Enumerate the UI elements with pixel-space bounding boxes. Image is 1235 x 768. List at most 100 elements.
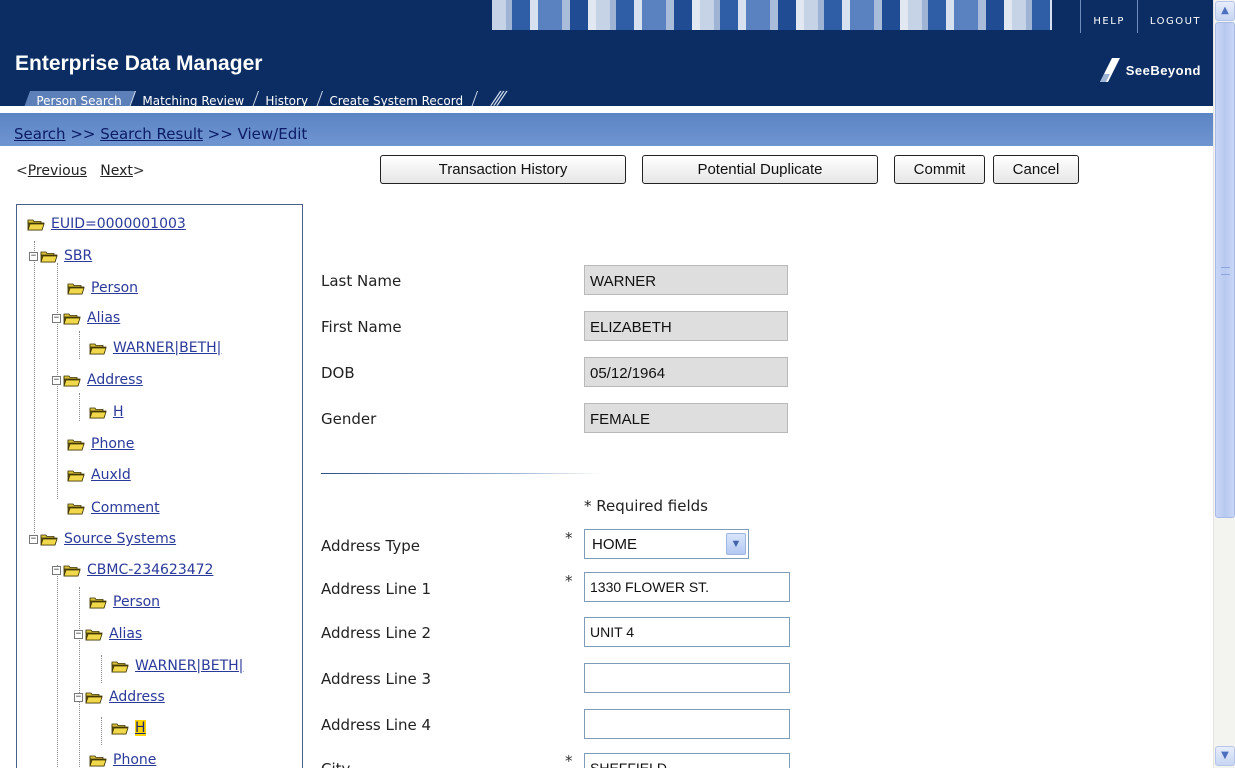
address-line4-label: Address Line 4 (321, 716, 432, 734)
address-line2-label: Address Line 2 (321, 624, 432, 642)
tab-create-system-record[interactable]: Create System Record (314, 91, 478, 106)
chevron-down-icon[interactable]: ▼ (726, 533, 746, 555)
tree-node-sys-alias-value[interactable]: WARNER|BETH| (111, 655, 243, 677)
tree-label[interactable]: EUID=0000001003 (51, 216, 186, 232)
tab-label: Create System Record (329, 94, 463, 106)
tree-node-source-systems[interactable]: − Source Systems (29, 528, 176, 550)
tab-matching-review[interactable]: Matching Review (128, 91, 260, 106)
seebeyond-logo-icon (1099, 58, 1120, 82)
folder-open-icon (111, 660, 129, 673)
next-link[interactable]: Next (100, 163, 133, 179)
tree-label[interactable]: WARNER|BETH| (135, 658, 243, 674)
address-type-label: Address Type (321, 537, 420, 555)
tree-label[interactable]: Person (91, 280, 138, 296)
tree-node-sbr-auxid[interactable]: AuxId (67, 464, 131, 486)
collapse-toggle-icon[interactable]: − (52, 313, 61, 323)
tree-node-sbr[interactable]: − SBR (29, 245, 92, 267)
tree-label[interactable]: Comment (91, 500, 160, 516)
tree-node-sbr-phone[interactable]: Phone (67, 433, 134, 455)
tree-node-sbr-address-value[interactable]: H (89, 401, 124, 423)
folder-open-icon (67, 438, 85, 451)
first-name-field: ELIZABETH (584, 311, 788, 341)
tree-label[interactable]: Phone (113, 752, 156, 768)
tree-connector (101, 655, 102, 683)
breadcrumb-view-edit: View/Edit (237, 125, 308, 143)
address-line2-input[interactable] (584, 617, 790, 647)
pager-lt: < (16, 163, 28, 179)
tree-label[interactable]: SBR (64, 248, 92, 264)
tree-node-sys-person[interactable]: Person (89, 591, 160, 613)
scrollbar-thumb[interactable] (1215, 22, 1235, 518)
required-marker: * (565, 529, 573, 547)
folder-open-icon (89, 754, 107, 767)
tree-label[interactable]: WARNER|BETH| (113, 340, 221, 356)
collapse-toggle-icon[interactable]: − (52, 565, 61, 575)
page-scrollbar[interactable]: ▲ ▼ (1213, 0, 1235, 768)
tree-label[interactable]: H (113, 404, 124, 420)
folder-open-icon (67, 282, 85, 295)
collapse-toggle-icon[interactable]: − (74, 629, 83, 639)
tree-label[interactable]: Address (87, 372, 143, 388)
first-name-label: First Name (321, 318, 402, 336)
city-input[interactable] (584, 753, 790, 768)
tree-node-euid[interactable]: EUID=0000001003 (27, 213, 186, 235)
address-line1-input[interactable] (584, 572, 790, 602)
collapse-toggle-icon[interactable]: − (29, 534, 38, 544)
tree-label-selected[interactable]: H (135, 720, 146, 736)
main-tabs: Person Search Matching Review History Cr… (21, 88, 505, 106)
tree-label[interactable]: Phone (91, 436, 134, 452)
tree-label[interactable]: Source Systems (64, 531, 176, 547)
breadcrumb-search[interactable]: Search (14, 125, 66, 143)
tree-node-system[interactable]: − CBMC-234623472 (52, 559, 213, 581)
record-pager: <Previous Next> (16, 163, 145, 179)
tree-node-sbr-comment[interactable]: Comment (67, 497, 160, 519)
tree-node-sys-address-value[interactable]: H (111, 717, 146, 739)
collapse-toggle-icon[interactable]: − (52, 375, 61, 385)
tab-label: History (265, 94, 309, 106)
tree-node-sbr-address[interactable]: − Address (52, 369, 143, 391)
pager-gt: > (132, 163, 145, 179)
address-type-select[interactable]: HOME ▼ (584, 529, 749, 559)
transaction-history-button[interactable]: Transaction History (380, 155, 626, 184)
collapse-toggle-icon[interactable]: − (74, 692, 83, 702)
tree-label[interactable]: Address (109, 689, 165, 705)
tab-history[interactable]: History (251, 91, 323, 106)
tree-connector (79, 331, 80, 359)
tab-person-search[interactable]: Person Search (21, 91, 137, 106)
tab-label: Matching Review (142, 94, 245, 106)
address-line1-label: Address Line 1 (321, 580, 432, 598)
potential-duplicate-button[interactable]: Potential Duplicate (642, 155, 878, 184)
tree-node-sys-phone[interactable]: Phone (89, 749, 156, 768)
logout-link[interactable]: LOGOUT (1136, 0, 1213, 33)
scroll-up-icon[interactable]: ▲ (1215, 1, 1235, 21)
section-divider (321, 473, 601, 474)
dob-field: 05/12/1964 (584, 357, 788, 387)
collapse-toggle-icon[interactable]: − (29, 251, 38, 261)
tree-connector (101, 717, 102, 745)
tree-connector (79, 393, 80, 421)
tree-node-sbr-person[interactable]: Person (67, 277, 138, 299)
tree-node-sbr-alias-value[interactable]: WARNER|BETH| (89, 337, 221, 359)
commit-button[interactable]: Commit (894, 155, 985, 184)
tree-label[interactable]: AuxId (91, 467, 131, 483)
tree-node-sys-address[interactable]: − Address (74, 686, 165, 708)
folder-open-icon (27, 218, 45, 231)
tab-decoration: /// (488, 88, 506, 106)
last-name-label: Last Name (321, 272, 402, 290)
required-marker: * (565, 572, 573, 590)
tree-label[interactable]: Person (113, 594, 160, 610)
help-link[interactable]: HELP (1080, 0, 1136, 33)
address-line4-input[interactable] (584, 709, 790, 739)
tree-label[interactable]: Alias (87, 310, 120, 326)
record-tree: EUID=0000001003 − SBR Person − Alias WAR… (16, 204, 303, 768)
previous-link[interactable]: Previous (28, 163, 87, 179)
tree-node-sbr-alias[interactable]: − Alias (52, 307, 120, 329)
address-line3-input[interactable] (584, 663, 790, 693)
breadcrumb-search-result[interactable]: Search Result (100, 125, 203, 143)
cancel-button[interactable]: Cancel (993, 155, 1079, 184)
scroll-down-icon[interactable]: ▼ (1215, 746, 1235, 766)
tree-node-sys-alias[interactable]: − Alias (74, 623, 142, 645)
tree-label[interactable]: CBMC-234623472 (87, 562, 213, 578)
tree-label[interactable]: Alias (109, 626, 142, 642)
folder-open-icon (40, 533, 58, 546)
